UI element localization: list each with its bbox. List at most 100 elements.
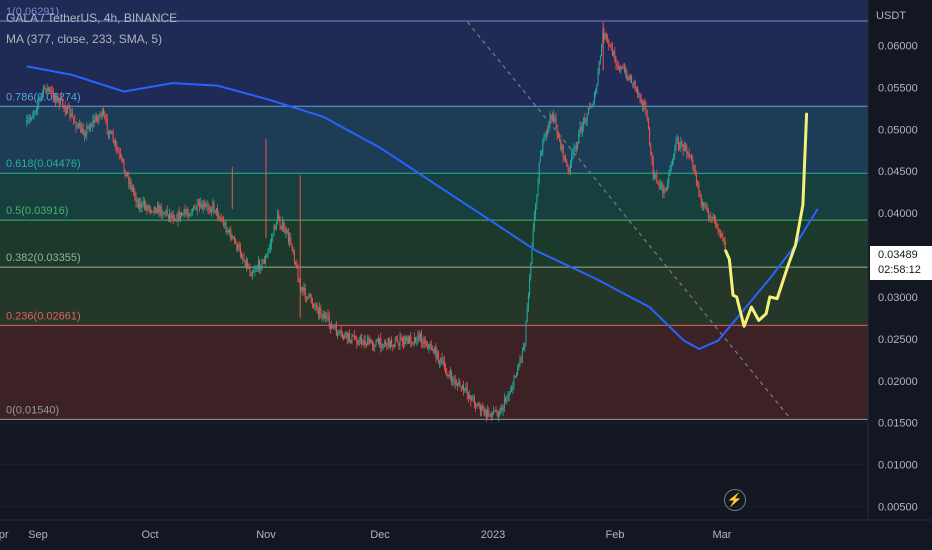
candle-body [363, 340, 365, 345]
candle-body [466, 387, 468, 394]
candle-body [139, 203, 141, 209]
candle-body [521, 350, 523, 358]
candle-body [505, 398, 507, 402]
candle-body [511, 389, 513, 392]
candle-body [403, 341, 405, 345]
candle-body [562, 144, 564, 158]
candle-body [254, 270, 256, 272]
fib-level-label: 0.236(0.02661) [6, 310, 81, 322]
candle-body [272, 235, 274, 239]
candle-body [699, 191, 701, 196]
candle-body [214, 210, 216, 213]
candle-body [550, 115, 552, 121]
candle-body [416, 341, 418, 343]
candle-body [665, 188, 667, 190]
candle-body [344, 334, 346, 339]
candle-body [478, 403, 480, 407]
candle-body [434, 346, 436, 353]
candle-body [639, 93, 641, 99]
candle-body [596, 85, 598, 93]
fib-level-label: 0(0.01540) [6, 404, 59, 416]
candle-body [230, 229, 232, 240]
candle-body [111, 130, 113, 135]
candle-body [676, 139, 678, 141]
candle-body [352, 335, 354, 337]
candle-body [235, 240, 237, 244]
candle-body [39, 96, 41, 100]
candle-body [590, 106, 592, 108]
candle-body [334, 325, 336, 328]
candle-body [565, 158, 567, 162]
candle-body [542, 140, 544, 154]
candle-body [704, 205, 706, 207]
candle-body [351, 335, 353, 343]
candle-body [283, 222, 285, 228]
candle-body [203, 204, 205, 206]
candle-body [399, 337, 401, 347]
candle-body [479, 406, 481, 412]
candle-body [461, 384, 463, 390]
candle-body [285, 230, 287, 234]
candle-body [76, 125, 78, 128]
candle-body [379, 338, 381, 344]
candle-body [263, 260, 265, 264]
candle-body [255, 269, 257, 271]
candle-body [573, 147, 575, 153]
candle-body [327, 315, 329, 317]
candle-body [464, 387, 466, 391]
candle-body [539, 155, 541, 163]
time-tick-label: Nov [256, 529, 276, 541]
price-chart[interactable]: 1(0.06291)0.786(0.05274)0.618(0.04476)0.… [0, 0, 932, 550]
candle-body [70, 113, 72, 117]
candle-body [123, 161, 125, 170]
candle-body [143, 201, 145, 208]
symbol-title[interactable]: GALA / TetherUS, 4h, BINANCE [6, 11, 177, 25]
candle-body [140, 203, 142, 208]
flash-icon[interactable]: ⚡ [724, 489, 746, 511]
candle-body [638, 93, 640, 95]
candle-body [188, 213, 190, 217]
candle-body [674, 149, 676, 155]
candle-body [392, 344, 394, 347]
candle-body [713, 215, 715, 222]
candle-body [209, 210, 211, 212]
candle-body [127, 172, 129, 177]
candle-body [619, 66, 621, 71]
candle-body [243, 258, 245, 260]
candle-body [331, 324, 333, 329]
candle-body [208, 208, 210, 211]
candle-body [476, 405, 478, 407]
candle-body [695, 173, 697, 183]
last-price-label: 0.03489 02:58:12 [870, 246, 932, 280]
candle-body [439, 361, 441, 363]
candle-body [80, 124, 82, 133]
time-tick-label: Mar [713, 529, 732, 541]
candle-body [581, 125, 583, 132]
candle-body [374, 346, 376, 348]
candle-body [537, 182, 539, 196]
candle-body [62, 99, 64, 106]
candle-body [159, 206, 161, 213]
candle-body [207, 204, 209, 209]
candle-body [75, 122, 77, 128]
ma-indicator-legend[interactable]: MA (377, close, 233, SMA, 5) [6, 32, 162, 46]
candle-body [131, 187, 133, 189]
candle-body [457, 384, 459, 386]
candle-body [82, 128, 84, 135]
candle-body [358, 339, 360, 345]
candle-body [382, 344, 384, 348]
candle-body [215, 208, 217, 213]
candle-body [260, 267, 262, 270]
candle-body [691, 157, 693, 161]
candle-body [610, 45, 612, 48]
candle-body [106, 119, 108, 131]
candle-body [46, 87, 48, 92]
candle-body [454, 379, 456, 385]
candle-body [443, 361, 445, 367]
candle-body [525, 321, 527, 344]
candle-body [293, 251, 295, 262]
candle-body [644, 102, 646, 105]
candle-body [113, 140, 115, 143]
fib-level-label: 0.618(0.04476) [6, 158, 81, 170]
candle-body [298, 281, 300, 283]
